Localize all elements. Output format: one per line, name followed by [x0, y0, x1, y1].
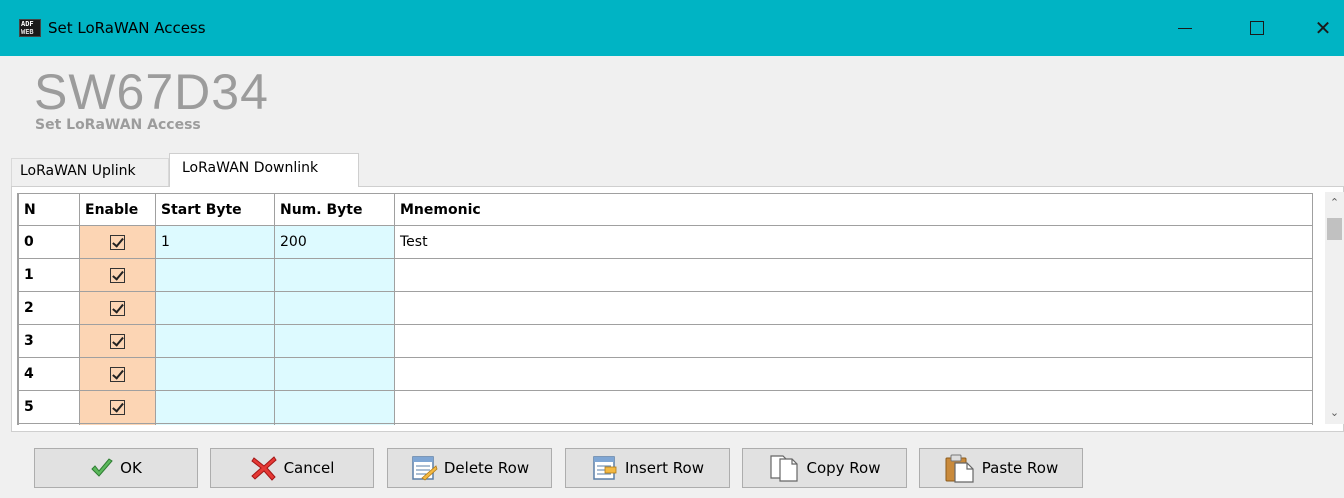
- row-number[interactable]: 2: [18, 291, 80, 325]
- paste-icon: [945, 454, 974, 483]
- table-row[interactable]: 0 1 200 Test: [18, 225, 1313, 259]
- column-header-n[interactable]: N: [18, 193, 80, 226]
- red-x-icon: [250, 456, 277, 481]
- tab-lorawan-downlink[interactable]: LoRaWAN Downlink: [169, 153, 359, 187]
- enable-cell[interactable]: [79, 225, 156, 259]
- delete-row-button[interactable]: Delete Row: [387, 448, 552, 488]
- copy-row-button-label: Copy Row: [806, 459, 881, 477]
- start-byte-cell[interactable]: [155, 357, 275, 391]
- enable-cell[interactable]: [79, 423, 156, 425]
- scroll-thumb[interactable]: [1327, 218, 1342, 240]
- app-logo-text-bottom: WEB: [21, 28, 34, 36]
- ok-button-label: OK: [120, 459, 142, 477]
- tab-lorawan-uplink[interactable]: LoRaWAN Uplink: [11, 158, 169, 186]
- column-header-mnemonic[interactable]: Mnemonic: [394, 193, 1313, 226]
- enable-checkbox[interactable]: [110, 267, 125, 283]
- enable-cell[interactable]: [79, 357, 156, 391]
- num-byte-cell[interactable]: 200: [274, 225, 395, 259]
- cancel-button[interactable]: Cancel: [210, 448, 374, 488]
- start-byte-cell[interactable]: [155, 423, 275, 425]
- enable-checkbox[interactable]: [110, 234, 125, 250]
- checkmark-icon: [91, 458, 113, 477]
- mnemonic-cell[interactable]: [394, 324, 1313, 358]
- start-byte-cell[interactable]: [155, 324, 275, 358]
- paste-row-button-label: Paste Row: [981, 459, 1059, 477]
- enable-checkbox[interactable]: [110, 333, 125, 349]
- start-byte-cell[interactable]: 1: [155, 225, 275, 259]
- table-row[interactable]: 6: [18, 423, 1313, 425]
- start-byte-cell[interactable]: [155, 258, 275, 292]
- enable-cell[interactable]: [79, 258, 156, 292]
- row-number[interactable]: 3: [18, 324, 80, 358]
- mnemonic-cell[interactable]: [394, 390, 1313, 424]
- row-number[interactable]: 0: [18, 225, 80, 259]
- copy-row-button[interactable]: Copy Row: [742, 448, 907, 488]
- insert-row-icon: [593, 456, 617, 480]
- num-byte-cell[interactable]: [274, 357, 395, 391]
- start-byte-cell[interactable]: [155, 390, 275, 424]
- maximize-button[interactable]: [1234, 10, 1280, 46]
- window-title: Set LoRaWAN Access: [48, 19, 206, 37]
- scroll-down-icon[interactable]: ⌄: [1325, 404, 1344, 424]
- app-logo-text-top: ADF: [21, 20, 34, 28]
- row-number[interactable]: 4: [18, 357, 80, 391]
- scroll-up-icon[interactable]: ⌃: [1325, 192, 1344, 212]
- num-byte-cell[interactable]: [274, 324, 395, 358]
- vertical-scrollbar[interactable]: ⌃ ⌄: [1325, 192, 1344, 424]
- maximize-icon: [1250, 21, 1264, 35]
- enable-cell[interactable]: [79, 324, 156, 358]
- column-header-num-byte[interactable]: Num. Byte: [274, 193, 395, 226]
- start-byte-cell[interactable]: [155, 291, 275, 325]
- mnemonic-cell[interactable]: [394, 258, 1313, 292]
- num-byte-cell[interactable]: [274, 390, 395, 424]
- table-row[interactable]: 2: [18, 291, 1313, 325]
- mnemonic-cell[interactable]: [394, 291, 1313, 325]
- row-number[interactable]: 1: [18, 258, 80, 292]
- table-row[interactable]: 3: [18, 324, 1313, 358]
- column-header-start-byte[interactable]: Start Byte: [155, 193, 275, 226]
- title-bar: ADF WEB Set LoRaWAN Access ✕: [0, 0, 1344, 56]
- tab-panel: N Enable Start Byte Num. Byte Mnemonic 0…: [11, 186, 1344, 432]
- paste-row-button[interactable]: Paste Row: [919, 448, 1083, 488]
- enable-cell[interactable]: [79, 390, 156, 424]
- num-byte-cell[interactable]: [274, 423, 395, 425]
- page-subtitle: Set LoRaWAN Access: [35, 117, 201, 133]
- insert-row-button[interactable]: Insert Row: [565, 448, 730, 488]
- table-row[interactable]: 4: [18, 357, 1313, 391]
- downlink-table: N Enable Start Byte Num. Byte Mnemonic 0…: [18, 193, 1313, 425]
- enable-checkbox[interactable]: [110, 366, 125, 382]
- table-row[interactable]: 1: [18, 258, 1313, 292]
- row-number[interactable]: 6: [18, 423, 80, 425]
- ok-button[interactable]: OK: [34, 448, 198, 488]
- mnemonic-cell[interactable]: [394, 423, 1313, 425]
- minimize-button[interactable]: [1162, 10, 1208, 46]
- table-row[interactable]: 5: [18, 390, 1313, 424]
- mnemonic-cell[interactable]: [394, 357, 1313, 391]
- close-button[interactable]: ✕: [1300, 10, 1344, 46]
- row-number[interactable]: 5: [18, 390, 80, 424]
- column-header-enable[interactable]: Enable: [79, 193, 156, 226]
- data-grid: N Enable Start Byte Num. Byte Mnemonic 0…: [17, 193, 1319, 425]
- enable-cell[interactable]: [79, 291, 156, 325]
- delete-row-button-label: Delete Row: [443, 459, 530, 477]
- app-logo-icon: ADF WEB: [19, 19, 41, 37]
- enable-checkbox[interactable]: [110, 300, 125, 316]
- mnemonic-cell[interactable]: Test: [394, 225, 1313, 259]
- enable-checkbox[interactable]: [110, 399, 125, 415]
- num-byte-cell[interactable]: [274, 291, 395, 325]
- table-header-row: N Enable Start Byte Num. Byte Mnemonic: [18, 193, 1313, 226]
- page-title: SW67D34: [34, 64, 269, 120]
- close-icon: ✕: [1314, 16, 1332, 40]
- cancel-button-label: Cancel: [283, 459, 335, 477]
- delete-row-icon: [412, 456, 438, 481]
- num-byte-cell[interactable]: [274, 258, 395, 292]
- insert-row-button-label: Insert Row: [625, 459, 704, 477]
- minimize-icon: [1178, 28, 1192, 29]
- copy-icon: [770, 455, 799, 482]
